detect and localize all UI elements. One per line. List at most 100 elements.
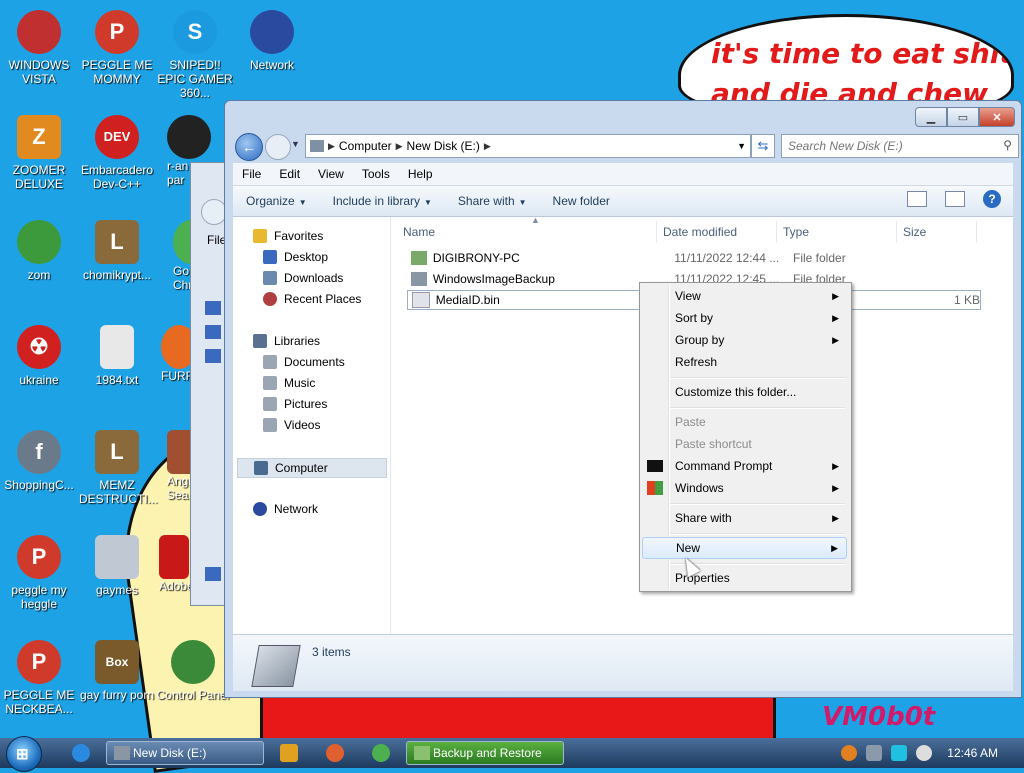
app-icon[interactable] bbox=[326, 744, 344, 762]
content-area: Favorites Desktop Downloads Recent Place… bbox=[233, 215, 1013, 635]
vista-icon bbox=[17, 10, 61, 54]
desktop-icon[interactable]: L MEMZ DESTRUCTI... bbox=[79, 430, 158, 506]
menu-item-refresh[interactable]: Refresh bbox=[642, 351, 847, 373]
desktop-icon-label: gaymes bbox=[95, 583, 139, 597]
desktop-icon[interactable]: DEV Embarcadero Dev-C++ bbox=[79, 115, 155, 191]
include-in-library-button[interactable]: Include in library ▼ bbox=[320, 194, 445, 208]
menu-item-group-by[interactable]: Group by ▶ bbox=[642, 329, 847, 351]
desktop-icon[interactable]: Ppeggle my heggle bbox=[1, 535, 77, 611]
desktop-icon[interactable]: gaymes bbox=[79, 535, 155, 597]
nav-favorites[interactable]: Favorites bbox=[253, 229, 323, 243]
menu-file[interactable]: File bbox=[233, 167, 270, 181]
taskbar-task-new-disk[interactable]: New Disk (E:) bbox=[106, 741, 264, 765]
desktop-icon[interactable]: S SNIPED!! EPIC GAMER 360... bbox=[157, 10, 233, 100]
nav-desktop[interactable]: Desktop bbox=[263, 250, 328, 264]
tray-search-icon[interactable] bbox=[841, 745, 858, 761]
desktop-icon[interactable]: Box gay furry porn bbox=[79, 640, 155, 702]
column-date-modified[interactable]: Date modified bbox=[657, 221, 777, 243]
search-input[interactable] bbox=[782, 138, 1000, 154]
recent-pages-dropdown-icon[interactable]: ▼ bbox=[291, 139, 300, 149]
desktop-icon[interactable]: Adobe bbox=[157, 535, 194, 593]
desktop-icon[interactable]: ☢ ukraine bbox=[1, 325, 77, 387]
new-folder-button[interactable]: New folder bbox=[540, 194, 623, 208]
start-button[interactable]: ⊞ bbox=[6, 736, 42, 772]
breadcrumb-separator-icon[interactable]: ▶ bbox=[328, 141, 335, 152]
media-player-icon[interactable] bbox=[280, 744, 298, 762]
address-dropdown-icon[interactable]: ▼ bbox=[737, 141, 746, 151]
nav-network[interactable]: Network bbox=[253, 502, 318, 516]
column-size[interactable]: Size bbox=[897, 221, 977, 243]
forward-button[interactable] bbox=[265, 134, 291, 160]
tray-flag-icon[interactable] bbox=[866, 745, 883, 761]
desktop-icon[interactable]: P PEGGLE ME MOMMY bbox=[79, 10, 155, 86]
organize-button[interactable]: Organize ▼ bbox=[233, 194, 320, 208]
menu-help[interactable]: Help bbox=[399, 167, 442, 181]
minimize-button[interactable]: ▁ bbox=[915, 107, 947, 127]
nav-music[interactable]: Music bbox=[263, 376, 315, 390]
address-bar[interactable]: ▶ Computer ▶ New Disk (E:) ▶ ▼ bbox=[305, 134, 751, 158]
desktop-icon-label: MEMZ DESTRUCTI... bbox=[79, 478, 158, 506]
maximize-button[interactable]: ▭ bbox=[947, 107, 979, 127]
search-icon[interactable]: ⚲ bbox=[1003, 138, 1012, 152]
menu-item-sort-by[interactable]: Sort by ▶ bbox=[642, 307, 847, 329]
preview-pane-icon[interactable] bbox=[945, 191, 965, 207]
desktop-icon[interactable]: Z ZOOMER DELUXE bbox=[1, 115, 77, 191]
desktop-icon[interactable]: FURRY bbox=[157, 325, 202, 383]
column-name[interactable]: Name bbox=[397, 221, 657, 243]
chrome-icon[interactable] bbox=[372, 744, 390, 762]
nav-documents[interactable]: Documents bbox=[263, 355, 345, 369]
nav-computer[interactable]: Computer bbox=[237, 458, 387, 478]
menu-item-share-with[interactable]: Share with ▶ bbox=[642, 507, 847, 529]
change-view-icon[interactable] bbox=[907, 191, 927, 207]
desktop-icon[interactable]: Control Panel bbox=[155, 640, 231, 702]
menu-item-properties[interactable]: Properties bbox=[642, 567, 847, 589]
breadcrumb-separator-icon[interactable]: ▶ bbox=[484, 141, 491, 152]
breadcrumb-computer[interactable]: Computer bbox=[339, 139, 392, 153]
refresh-button[interactable]: ⇆ bbox=[751, 134, 775, 158]
desktop-icon[interactable]: P PEGGLE ME NECKBEA... bbox=[1, 640, 77, 716]
file-row[interactable]: DIGIBRONY-PC 11/11/2022 12:44 ... File f… bbox=[407, 248, 981, 268]
menu-item-new[interactable]: New ▶ bbox=[642, 537, 847, 559]
desktop-icon-label: Embarcadero Dev-C++ bbox=[80, 163, 154, 191]
desktop-icon[interactable]: Lchomikrypt... bbox=[79, 220, 155, 282]
search-box[interactable]: ⚲ bbox=[781, 134, 1019, 158]
column-type[interactable]: Type bbox=[777, 221, 897, 243]
desktop-icon-label: Angr Sea bbox=[167, 474, 193, 502]
nav-downloads[interactable]: Downloads bbox=[263, 271, 343, 285]
nav-pictures[interactable]: Pictures bbox=[263, 397, 327, 411]
desktop-icon-label: PEGGLE ME MOMMY bbox=[81, 58, 153, 86]
desktop-icon[interactable]: Go Chr bbox=[157, 220, 209, 292]
desktop-icon[interactable]: f ShoppingC... bbox=[1, 430, 77, 492]
clock[interactable]: 12:46 AM bbox=[947, 746, 998, 760]
internet-explorer-icon[interactable] bbox=[72, 744, 90, 762]
breadcrumb-separator-icon[interactable]: ▶ bbox=[396, 141, 403, 152]
nav-libraries[interactable]: Libraries bbox=[253, 334, 320, 348]
nav-recent-places[interactable]: Recent Places bbox=[263, 292, 361, 306]
nav-videos[interactable]: Videos bbox=[263, 418, 320, 432]
desktop-icon-label: peggle my heggle bbox=[11, 583, 67, 611]
menu-tools[interactable]: Tools bbox=[353, 167, 399, 181]
desktop-icon[interactable]: Network bbox=[234, 10, 310, 72]
taskbar-task-backup-restore[interactable]: Backup and Restore bbox=[406, 741, 564, 765]
share-with-button[interactable]: Share with ▼ bbox=[445, 194, 540, 208]
volume-icon[interactable] bbox=[916, 745, 933, 761]
menu-item-paste[interactable]: Paste bbox=[642, 411, 847, 433]
menu-item-command-prompt[interactable]: Command Prompt ▶ bbox=[642, 455, 847, 477]
desktop-icon[interactable]: Angr Sea bbox=[157, 430, 197, 502]
menu-item-customize[interactable]: Customize this folder... bbox=[642, 381, 847, 403]
tray-display-icon[interactable] bbox=[891, 745, 908, 761]
breadcrumb-new-disk[interactable]: New Disk (E:) bbox=[407, 139, 480, 153]
menu-item-windows[interactable]: Windows ▶ bbox=[642, 477, 847, 499]
radiation-icon: ☢ bbox=[17, 325, 61, 369]
desktop-icon[interactable]: zom bbox=[1, 220, 77, 282]
menu-item-view[interactable]: View ▶ bbox=[642, 285, 847, 307]
close-button[interactable]: ✕ bbox=[979, 107, 1015, 127]
menu-view[interactable]: View bbox=[309, 167, 353, 181]
menu-item-paste-shortcut[interactable]: Paste shortcut bbox=[642, 433, 847, 455]
desktop-icon[interactable]: WINDOWS VISTA bbox=[1, 10, 77, 86]
help-icon[interactable]: ? bbox=[983, 190, 1001, 208]
desktop-icon[interactable]: 1984.txt bbox=[79, 325, 155, 387]
menu-edit[interactable]: Edit bbox=[270, 167, 309, 181]
explorer-window[interactable]: ▁ ▭ ✕ ← ▼ ▶ Computer ▶ New Disk (E:) ▶ ▼… bbox=[224, 100, 1022, 698]
back-button[interactable]: ← bbox=[235, 133, 263, 161]
